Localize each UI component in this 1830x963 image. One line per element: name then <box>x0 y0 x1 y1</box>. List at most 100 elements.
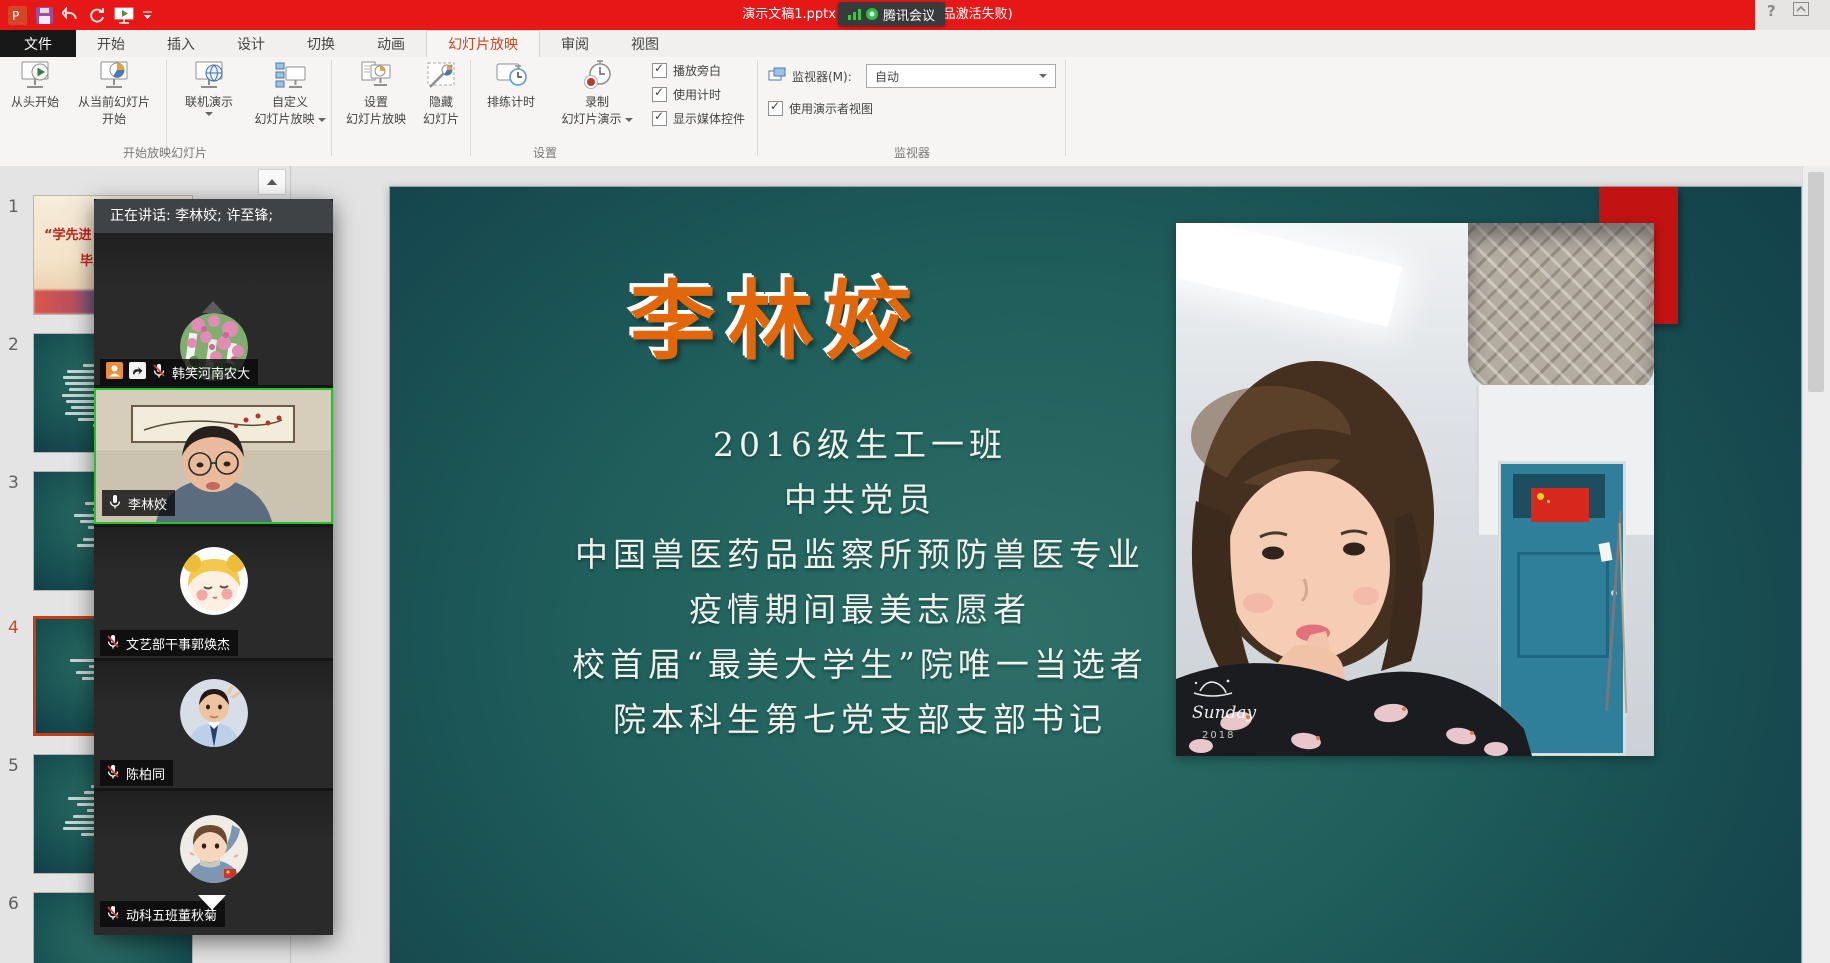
custom-show-dropdown-icon[interactable] <box>318 118 326 122</box>
ribbon-display-options-icon[interactable] <box>1793 1 1809 20</box>
portrait-photo[interactable]: Sunday 2018 <box>1176 223 1654 756</box>
participant-tile[interactable]: 文艺部干事郭焕杰 <box>94 527 333 658</box>
checkbox-checked-icon <box>768 101 783 116</box>
cartoon-boy-avatar-image <box>180 815 248 883</box>
participant-name-bar: 韩笑河南农大 <box>100 359 258 385</box>
checkbox-checked-icon <box>652 111 667 126</box>
avatar <box>180 547 248 615</box>
tencent-meeting-badge[interactable]: 腾讯会议 <box>838 2 945 26</box>
microphone-muted-icon <box>106 905 120 924</box>
microphone-muted-icon <box>106 634 120 653</box>
thumbnail-number: 3 <box>8 473 30 493</box>
monitor-select[interactable]: 自动 <box>866 64 1056 88</box>
thumbnail-number: 2 <box>8 335 30 355</box>
cartoon-girl-avatar-image <box>180 547 248 615</box>
young-man-avatar-image <box>180 679 248 747</box>
hat-doodle-icon <box>1192 675 1234 699</box>
slide-text-line: 校首届“最美大学生”院唯一当选者 <box>510 637 1210 692</box>
rehearse-timings-button[interactable]: 排练计时 <box>476 59 546 110</box>
participant-tile[interactable]: 韩笑河南农大 <box>94 233 333 385</box>
tab-insert[interactable]: 插入 <box>146 30 216 57</box>
custom-show-icon <box>273 59 307 93</box>
titlebar-right-corner: ? <box>1755 0 1830 31</box>
meeting-status-icon <box>866 5 878 24</box>
scroll-up-indicator-icon[interactable] <box>202 301 224 313</box>
participant-name: 陈柏同 <box>126 764 165 783</box>
host-icon <box>106 362 123 383</box>
slide-body-text[interactable]: 2016级生工一班 中共党员 中国兽医药品监察所预防兽医专业 疫情期间最美志愿者… <box>510 417 1210 747</box>
microphone-on-icon <box>108 494 122 513</box>
scroll-down-indicator-icon[interactable] <box>198 895 226 910</box>
slide-text-line: 院本科生第七党支部支部书记 <box>510 692 1210 747</box>
ribbon-tab-bar: 文件 开始 插入 设计 切换 动画 幻灯片放映 审阅 视图 <box>0 30 1830 57</box>
photo-watermark: Sunday 2018 <box>1192 675 1256 742</box>
title-bar: P 演示文稿1.pptx - PowerPoint (产品激活失败) <box>0 0 1755 30</box>
participant-tile[interactable]: 陈柏同 <box>94 661 333 788</box>
tab-review[interactable]: 审阅 <box>540 30 610 57</box>
group-label-start-show: 开始放映幻灯片 <box>65 144 265 161</box>
participant-name-bar: 陈柏同 <box>100 760 173 786</box>
use-timings-checkbox[interactable]: 使用计时 <box>652 85 721 103</box>
tab-slideshow[interactable]: 幻灯片放映 <box>426 30 540 57</box>
record-show-dropdown-icon[interactable] <box>625 118 633 122</box>
thumbnail-number: 5 <box>8 756 30 776</box>
present-online-dropdown-icon[interactable] <box>205 112 213 116</box>
present-online-button[interactable]: 联机演示 <box>170 59 248 116</box>
participant-name-bar: 李林姣 <box>102 490 175 516</box>
setup-show-icon <box>359 59 393 93</box>
hide-slide-icon <box>424 59 458 93</box>
from-beginning-button[interactable]: 从头开始 <box>6 59 64 110</box>
ribbon: 从头开始 从当前幻灯片 开始 联机演示 自定义 幻灯片放映 开始放映幻灯片 设置… <box>0 57 1830 167</box>
thumbnail-number-selected: 4 <box>8 618 30 638</box>
tab-home[interactable]: 开始 <box>76 30 146 57</box>
microphone-muted-icon <box>106 764 120 783</box>
avatar <box>180 679 248 747</box>
from-current-slide-button[interactable]: 从当前幻灯片 开始 <box>64 59 164 127</box>
slide-text-line: 中国兽医药品监察所预防兽医专业 <box>510 527 1210 582</box>
record-clock-icon <box>580 59 614 93</box>
tencent-meeting-panel[interactable]: 正在讲话: 李林姣; 许至锋; <box>94 199 333 935</box>
thumbnail-scroll-up-button[interactable] <box>258 169 286 195</box>
slide-text-line: 2016级生工一班 <box>510 417 1210 472</box>
monitor-select-value: 自动 <box>875 68 899 85</box>
application-window: P 演示文稿1.pptx - PowerPoint (产品激活失败) <box>0 0 1830 963</box>
china-flag <box>1531 488 1589 522</box>
screen-pie-icon <box>97 59 131 93</box>
record-slideshow-button[interactable]: 录制 幻灯片演示 <box>550 59 644 127</box>
microphone-muted-icon <box>152 363 166 382</box>
tab-design[interactable]: 设计 <box>216 30 286 57</box>
custom-slideshow-button[interactable]: 自定义 幻灯片放映 <box>250 59 330 127</box>
checkbox-checked-icon <box>652 63 667 78</box>
tab-transition[interactable]: 切换 <box>286 30 356 57</box>
participant-tile[interactable]: 动科五班董秋菊 <box>94 791 333 935</box>
play-narration-checkbox[interactable]: 播放旁白 <box>652 61 721 79</box>
participant-name: 李林姣 <box>128 494 167 513</box>
speaking-now-header: 正在讲话: 李林姣; 许至锋; <box>94 199 333 233</box>
hide-slide-button[interactable]: 隐藏 幻灯片 <box>416 59 466 127</box>
participant-name: 韩笑河南农大 <box>172 363 250 382</box>
help-icon[interactable]: ? <box>1767 2 1776 20</box>
tab-view[interactable]: 视图 <box>610 30 680 57</box>
tab-animation[interactable]: 动画 <box>356 30 426 57</box>
slide-text-line: 中共党员 <box>510 472 1210 527</box>
slide-canvas[interactable]: 李林姣 2016级生工一班 中共党员 中国兽医药品监察所预防兽医专业 疫情期间最… <box>389 186 1802 963</box>
tab-file[interactable]: 文件 <box>0 30 76 57</box>
screen-share-icon <box>129 362 146 383</box>
arrow-up-icon <box>267 179 277 185</box>
use-presenter-view-checkbox[interactable]: 使用演示者视图 <box>768 99 873 117</box>
meeting-badge-label: 腾讯会议 <box>883 5 935 24</box>
ceiling-light <box>1176 223 1402 327</box>
group-label-setup: 设置 <box>445 144 645 161</box>
slide-title[interactable]: 李林姣 <box>630 251 924 376</box>
avatar <box>180 815 248 883</box>
participant-video-speaking[interactable]: 李林姣 <box>94 388 333 524</box>
scrollbar-thumb[interactable] <box>1808 172 1824 392</box>
thumbnail-number: 1 <box>8 197 30 217</box>
setup-slideshow-button[interactable]: 设置 幻灯片放映 <box>338 59 414 127</box>
show-media-controls-checkbox[interactable]: 显示媒体控件 <box>652 109 745 127</box>
rehearse-clock-icon <box>494 59 528 93</box>
thumb1-title: “学先进 <box>44 224 92 243</box>
participant-name: 文艺部干事郭焕杰 <box>126 634 230 653</box>
editor-vertical-scrollbar[interactable] <box>1802 166 1830 963</box>
network-signal-icon <box>848 5 861 24</box>
